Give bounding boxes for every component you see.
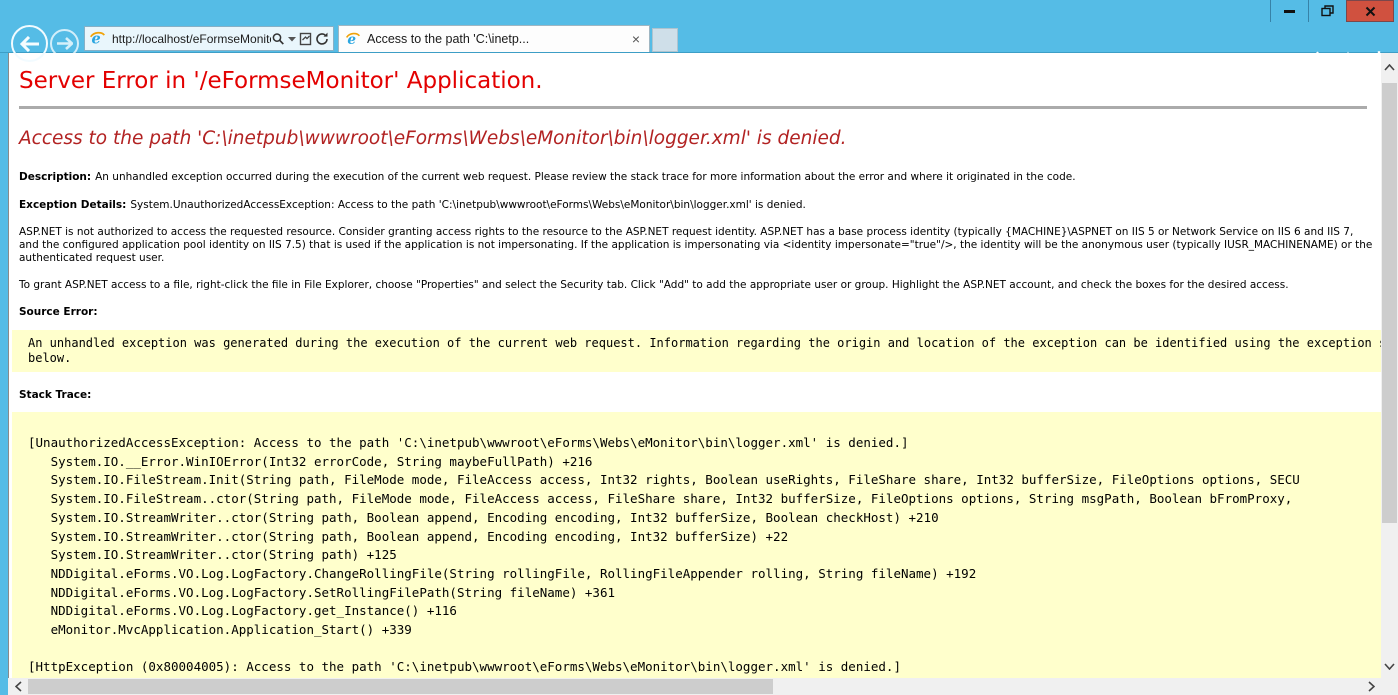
back-arrow-icon [20, 36, 40, 52]
vertical-scroll-thumb[interactable] [1382, 83, 1397, 523]
new-tab-button[interactable] [652, 28, 678, 52]
description-row: Description: An unhandled exception occur… [19, 171, 1381, 184]
chevron-up-icon [1384, 64, 1395, 71]
description-text: An unhandled exception occurred during t… [95, 171, 1075, 183]
browser-window: e http://localhost/eFormseMonitor [0, 0, 1398, 695]
vertical-scrollbar[interactable] [1381, 53, 1398, 678]
scrollbar-corner [1381, 678, 1398, 695]
stack-trace-label: Stack Trace: [19, 389, 1381, 402]
minimize-icon [1284, 10, 1295, 13]
browser-tab[interactable]: e Access to the path 'C:\inetp... × [338, 25, 650, 52]
back-button[interactable] [11, 25, 48, 62]
titlebar[interactable] [0, 0, 1398, 22]
page-viewport: Server Error in '/eFormseMonitor' Applic… [8, 53, 1381, 678]
search-icon [271, 32, 285, 46]
minimize-button[interactable] [1270, 0, 1308, 22]
refresh-icon [315, 32, 329, 46]
scroll-left-button[interactable] [8, 678, 28, 695]
chevron-left-icon [15, 681, 22, 692]
scroll-right-button[interactable] [1361, 678, 1381, 695]
source-error-box: An unhandled exception was generated dur… [12, 330, 1381, 372]
address-bar-tools [271, 28, 329, 50]
exception-details-label: Exception Details: [19, 199, 126, 211]
compatibility-view-icon [299, 32, 312, 46]
chevron-right-icon [1368, 681, 1375, 692]
url-text: http://localhost/eFormseMonitor [112, 32, 271, 46]
tab-title: Access to the path 'C:\inetp... [367, 32, 629, 46]
restore-icon [1321, 5, 1334, 17]
scroll-down-button[interactable] [1381, 656, 1398, 676]
error-subtitle: Access to the path 'C:\inetpub\wwwroot\e… [19, 128, 1381, 150]
exception-details-text: System.UnauthorizedAccessException: Acce… [130, 199, 806, 211]
grant-access-paragraph: To grant ASP.NET access to a file, right… [19, 279, 1381, 292]
divider [19, 106, 1367, 109]
forward-arrow-icon [57, 37, 73, 50]
search-button[interactable] [271, 28, 285, 50]
tab-ie-logo-icon: e [345, 31, 361, 47]
horizontal-scrollbar[interactable] [8, 678, 1381, 695]
description-label: Description: [19, 171, 91, 183]
stack-trace-box: [UnauthorizedAccessException: Access to … [12, 412, 1381, 678]
search-dropdown-button[interactable] [288, 28, 296, 50]
restore-button[interactable] [1308, 0, 1346, 22]
exception-details-row: Exception Details: System.UnauthorizedAcc… [19, 199, 1381, 212]
close-button[interactable] [1346, 0, 1394, 22]
scroll-up-button[interactable] [1381, 57, 1398, 77]
ie-logo-icon: e [89, 30, 106, 47]
source-error-label: Source Error: [19, 306, 1381, 319]
tab-close-button[interactable]: × [629, 31, 643, 47]
caret-down-icon [288, 36, 296, 42]
chevron-down-icon [1384, 663, 1395, 670]
aspnet-identity-paragraph: ASP.NET is not authorized to access the … [19, 226, 1381, 265]
compatibility-view-button[interactable] [299, 28, 312, 50]
page-title: Server Error in '/eFormseMonitor' Applic… [19, 67, 1381, 95]
window-controls [1270, 0, 1394, 22]
horizontal-scroll-thumb[interactable] [28, 679, 773, 694]
navigation-bar: e http://localhost/eFormseMonitor [0, 22, 1398, 53]
address-bar[interactable]: e http://localhost/eFormseMonitor [84, 26, 334, 51]
close-icon [1365, 6, 1376, 17]
error-page: Server Error in '/eFormseMonitor' Applic… [9, 53, 1381, 678]
refresh-button[interactable] [315, 28, 329, 50]
